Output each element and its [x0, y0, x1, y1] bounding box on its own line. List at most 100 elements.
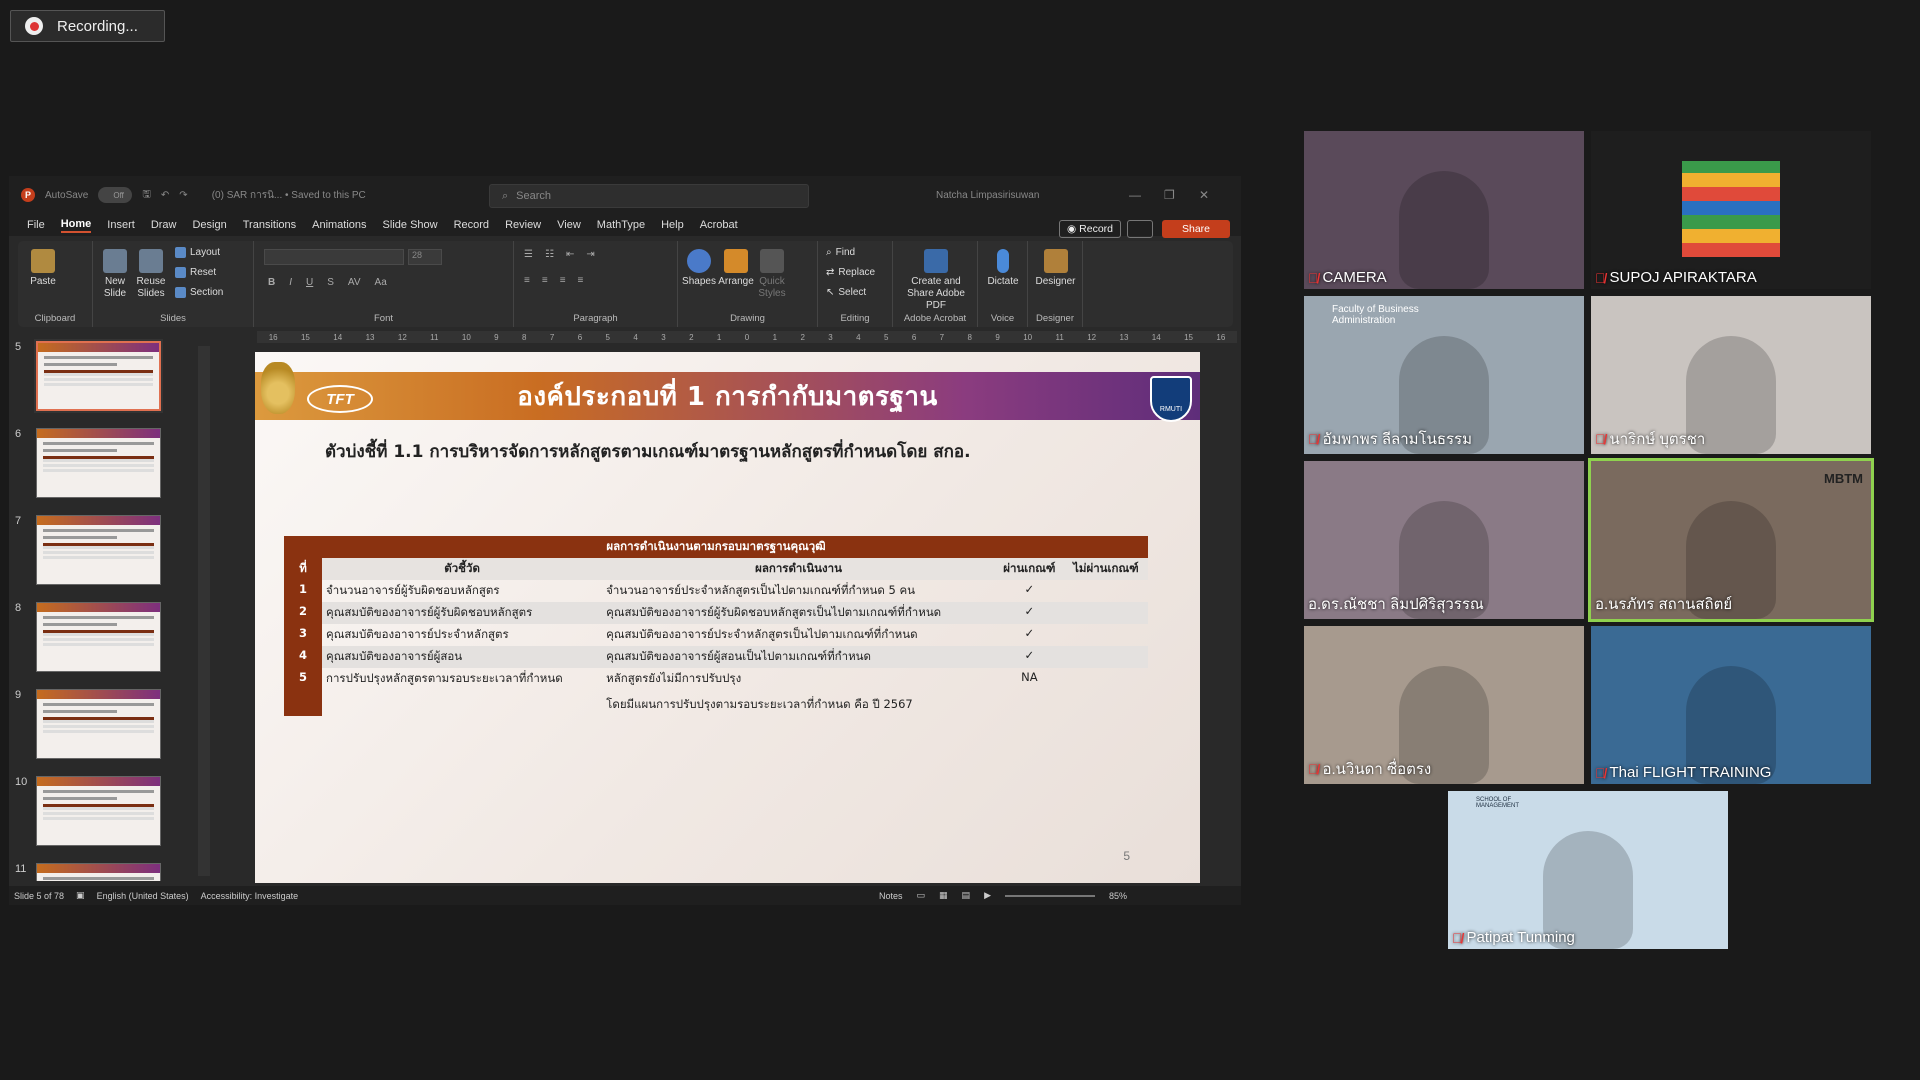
replace-button[interactable]: ⇄ Replace	[826, 267, 875, 278]
quick-styles-button[interactable]: Quick Styles	[756, 249, 788, 300]
voice-group: Dictate Voice	[978, 241, 1028, 327]
reuse-slides-button[interactable]: Reuse Slides	[135, 249, 167, 300]
thumb-number: 10	[15, 776, 28, 788]
create-pdf-button[interactable]: Create and Share Adobe PDF	[899, 249, 973, 312]
participant-tile[interactable]: อ.ดร.ณัชชา ลิมปศิริสุวรรณ	[1304, 461, 1584, 619]
slide-thumbnail[interactable]	[36, 428, 161, 498]
new-slide-button[interactable]: New Slide	[99, 249, 131, 300]
paste-button[interactable]: Paste	[26, 249, 60, 288]
participant-tile[interactable]: SCHOOL OF MANAGEMENT 🎙̸ Patipat Tunming	[1448, 791, 1728, 949]
font-name-field[interactable]	[264, 249, 404, 265]
designer-button[interactable]: Designer	[1033, 249, 1078, 288]
indicator-heading: ตัวบ่งชี้ที่ 1.1 การบริหารจัดการหลักสูตร…	[325, 442, 971, 462]
tab-record[interactable]: Record	[454, 219, 489, 231]
undo-icon[interactable]: ↶	[161, 190, 169, 201]
row-fail	[1064, 668, 1148, 716]
select-button[interactable]: ↖ Select	[826, 287, 866, 298]
recording-indicator[interactable]: Recording...	[10, 10, 165, 42]
ruler-tick: 3	[661, 332, 666, 342]
slide-thumbnails[interactable]: 5 6 7 8 9 10 11	[9, 336, 184, 881]
slide-thumbnail[interactable]	[36, 689, 161, 759]
slide-thumbnail[interactable]	[36, 776, 161, 846]
ruler-tick: 5	[883, 332, 889, 342]
zoom-slider[interactable]	[1004, 894, 1095, 897]
tab-draw[interactable]: Draw	[151, 219, 177, 231]
row-pass: ✓	[994, 602, 1064, 624]
tab-help[interactable]: Help	[661, 219, 684, 231]
ribbon: Paste Clipboard New Slide Reuse Slides L…	[18, 241, 1233, 327]
row-number: 3	[284, 624, 322, 646]
normal-view-icon[interactable]: ▭	[917, 890, 926, 901]
slide-title: องค์ประกอบที่ 1 การกำกับมาตรฐาน	[517, 381, 938, 412]
reading-view-icon[interactable]: ▤	[962, 890, 971, 901]
slide-thumbnail[interactable]	[36, 863, 161, 881]
notes-button[interactable]: Notes	[879, 891, 903, 901]
participant-tile[interactable]: 🎙̸ CAMERA	[1304, 131, 1584, 289]
slideshow-icon[interactable]: ▶	[984, 890, 991, 901]
share-button[interactable]: Share	[1162, 220, 1230, 238]
section-button[interactable]: Section	[175, 287, 223, 298]
tab-acrobat[interactable]: Acrobat	[700, 219, 738, 231]
dictate-button[interactable]: Dictate	[984, 249, 1022, 288]
shapes-button[interactable]: Shapes	[682, 249, 716, 288]
language[interactable]: English (United States)	[97, 891, 189, 901]
slide-thumbnail[interactable]	[36, 602, 161, 672]
tab-slide-show[interactable]: Slide Show	[383, 219, 438, 231]
ruler-tick: 1	[772, 332, 778, 342]
participant-name: 🎙̸ อ.นวินดา ซื่อตรง	[1308, 761, 1432, 778]
search-input[interactable]: ⌕ Search	[489, 184, 809, 208]
tab-insert[interactable]: Insert	[107, 219, 135, 231]
participant-tile[interactable]: 🎙̸ นาริกษ์ บุตรชา	[1591, 296, 1871, 454]
save-icon[interactable]: 🖫	[142, 187, 151, 204]
slide-thumbnail[interactable]	[36, 341, 161, 411]
comments-button[interactable]	[1127, 220, 1153, 238]
participant-name: 🎙̸ Patipat Tunming	[1452, 929, 1575, 946]
participant-tile[interactable]: 🎙̸ Thai FLIGHT TRAINING	[1591, 626, 1871, 784]
tab-review[interactable]: Review	[505, 219, 541, 231]
muted-mic-icon: 🎙̸	[1308, 431, 1319, 447]
slide-canvas[interactable]: องค์ประกอบที่ 1 การกำกับมาตรฐาน TFT RMUT…	[255, 352, 1200, 883]
tab-view[interactable]: View	[557, 219, 581, 231]
align-buttons[interactable]: ≡ ≡ ≡ ≡	[524, 275, 583, 286]
tab-design[interactable]: Design	[192, 219, 226, 231]
zoom-level[interactable]: 85%	[1109, 891, 1127, 901]
layout-button[interactable]: Layout	[175, 247, 220, 258]
slide-thumbnail[interactable]	[36, 515, 161, 585]
ruler-tick: 6	[911, 332, 917, 342]
autosave-toggle[interactable]: Off	[98, 187, 133, 203]
table-row: 2 คุณสมบัติของอาจารย์ผู้รับผิดชอบหลักสูตร…	[284, 602, 1148, 624]
find-button[interactable]: ⌕ Find	[826, 247, 855, 258]
reset-button[interactable]: Reset	[175, 267, 216, 278]
restore-icon[interactable]: ❐	[1164, 188, 1175, 202]
table-caption: ผลการดำเนินงานตามกรอบมาตรฐานคุณวุฒิ	[284, 536, 1148, 558]
sorter-view-icon[interactable]: ▦	[939, 890, 948, 901]
slide-count: Slide 5 of 78	[14, 890, 65, 901]
tab-home[interactable]: Home	[60, 218, 92, 233]
redo-icon[interactable]: ↷	[179, 190, 187, 201]
minimize-icon[interactable]: —	[1129, 188, 1141, 202]
spell-check-icon[interactable]: ▣	[76, 890, 85, 901]
arrange-button[interactable]: Arrange	[718, 249, 754, 288]
participant-tile[interactable]: 🎙̸ SUPOJ APIRAKTARA	[1591, 131, 1871, 289]
font-format-buttons[interactable]: B I U S AV Aa	[268, 277, 387, 288]
tab-animations[interactable]: Animations	[312, 219, 366, 231]
document-title[interactable]: (0) SAR การนิ... • Saved to this PC	[212, 188, 366, 203]
row-indicator: จำนวนอาจารย์ผู้รับผิดชอบหลักสูตร	[326, 583, 500, 597]
close-icon[interactable]: ✕	[1199, 188, 1209, 202]
record-button[interactable]: ◉ Record	[1059, 220, 1121, 238]
find-icon: ⌕	[826, 247, 832, 258]
user-name[interactable]: Natcha Limpasirisuwan	[936, 190, 1039, 201]
tab-file[interactable]: File	[27, 219, 45, 231]
accessibility[interactable]: Accessibility: Investigate	[201, 891, 299, 901]
adobe-group: Create and Share Adobe PDF Adobe Acrobat	[893, 241, 978, 327]
participant-tile[interactable]: Faculty of Business Administration 🎙̸ อัมพ…	[1304, 296, 1584, 454]
participant-tile[interactable]: 🎙̸ อ.นวินดา ซื่อตรง	[1304, 626, 1584, 784]
participant-tile[interactable]: MBTM อ.นรภัทร สถานสถิตย์	[1588, 458, 1874, 622]
tab-mathtype[interactable]: MathType	[597, 219, 645, 231]
font-size-field[interactable]: 28	[408, 249, 442, 265]
row-pass: ✓	[1024, 582, 1035, 596]
record-icon	[25, 17, 43, 35]
tab-transitions[interactable]: Transitions	[243, 219, 296, 231]
list-buttons[interactable]: ☰ ☷ ⇤ ⇥	[524, 249, 595, 260]
row-pass: ✓	[1024, 626, 1035, 640]
